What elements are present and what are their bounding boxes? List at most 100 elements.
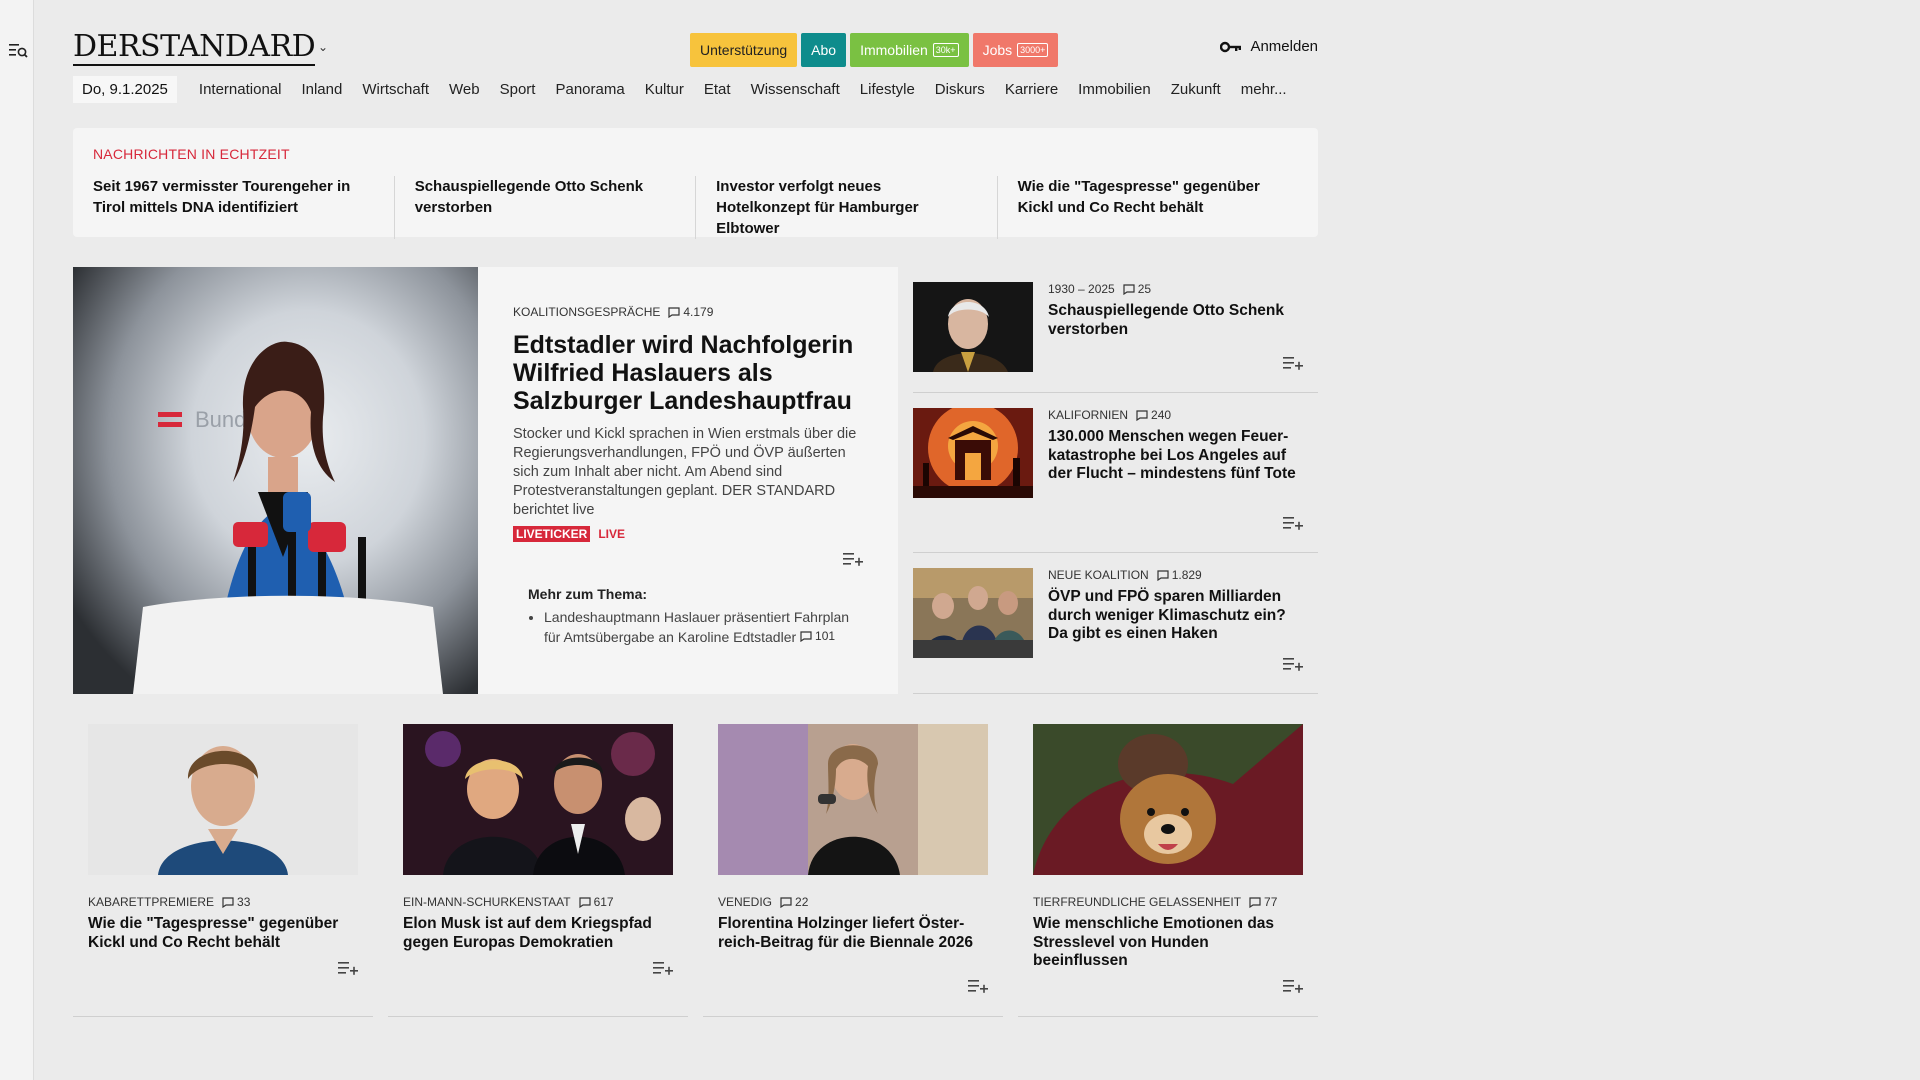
lead-teaser: Stocker und Kickl sprachen in Wien erstm… [513,426,857,518]
list-item: Kalifornien 240 130.000 Menschen wegen F… [913,393,1318,553]
list-item: Neue Koalition 1.829 ÖVP und FPÖ sparen … [913,553,1318,694]
comment-count[interactable]: 240 [1136,408,1171,422]
teaser-row: Kabarettpremiere 33 Wie die "Tagespresse… [73,724,1318,1017]
article-image[interactable] [88,724,358,875]
nav-item-wissenschaft[interactable]: Wissenschaft [741,76,850,103]
comment-count-value: 33 [237,895,251,909]
add-to-list-icon[interactable] [1283,979,1303,993]
article-image[interactable] [913,282,1033,372]
nav-item-panorama[interactable]: Panorama [545,76,634,103]
teaser-card: Tierfreundliche Gelassenheit 77 Wie mens… [1018,724,1318,1017]
comment-count[interactable]: 617 [578,895,614,909]
comment-count-value: 240 [1151,408,1172,422]
article-image[interactable] [913,568,1033,658]
add-to-list-icon[interactable] [653,961,673,975]
abo-button[interactable]: Abo [801,33,847,67]
lead-image[interactable]: Bundes [73,267,478,694]
abo-label: Abo [811,42,837,58]
lead-text: Koalitionsgespräche 4.179 Edtstadler wir… [478,267,898,694]
lead-photo: Bundes [133,341,443,694]
nav-item-zukunft[interactable]: Zukunft [1161,76,1231,103]
nav-item-lifestyle[interactable]: Lifestyle [850,76,925,103]
add-to-list-icon[interactable] [338,961,358,975]
article-headline[interactable]: Elon Musk ist auf dem Kriegspfad gegen E… [403,915,673,952]
comment-count-value: 101 [815,629,836,643]
ticker-list: Seit 1967 vermisster Tourengeher in Tiro… [93,176,1298,239]
comment-icon [1249,896,1261,908]
comment-count[interactable]: 1.829 [1157,568,1202,582]
article-kicker: Kabarettpremiere 33 [88,895,358,909]
article-headline[interactable]: Wie die "Tagespresse" gegenüber Kickl un… [88,915,358,952]
add-to-list-icon[interactable] [1283,356,1303,370]
news-ticker: Nachrichten in Echtzeit Seit 1967 vermis… [73,128,1318,239]
kicker-label: Ein-Mann-Schurkenstaat [403,895,571,909]
teaser-card: Venedig 22 Florentina Holzinger liefert … [703,724,1003,1017]
comment-icon [1157,569,1169,581]
lead-headline[interactable]: Edtstadler wird Nachfolgerin Wilfried Ha… [513,331,863,415]
add-to-list-icon[interactable] [968,979,988,993]
article-headline[interactable]: Wie menschliche Emotionen das Stressleve… [1033,915,1303,971]
ticker-item[interactable]: Seit 1967 vermisster Tourengeher in Tiro… [93,176,394,239]
comment-count[interactable]: 33 [222,895,250,909]
nav-item-karriere[interactable]: Karriere [995,76,1068,103]
article-image[interactable] [1033,724,1303,875]
nav-item-wirtschaft[interactable]: Wirtschaft [352,76,439,103]
nav-item-kultur[interactable]: Kultur [635,76,694,103]
live-indicator: LIVETICKER LIVE [513,526,863,542]
nav-item-web[interactable]: Web [439,76,490,103]
more-item[interactable]: Landeshauptmann Haslauer präsentiert Fah… [544,608,863,647]
add-to-list-icon[interactable] [1283,516,1303,530]
article-image[interactable] [403,724,673,875]
chevron-down-icon[interactable]: ⌄ [318,40,328,54]
comment-icon [1123,283,1135,295]
jobs-button[interactable]: Jobs 3000+ [972,33,1059,67]
article-headline[interactable]: 130.000 Menschen wegen Feuer-katastrophe… [1048,428,1308,484]
menu-search-icon[interactable] [8,42,28,60]
add-to-list-icon[interactable] [843,552,863,566]
article-headline[interactable]: Florentina Holzinger liefert Öster-reich… [718,915,988,952]
left-sidebar [0,0,34,1080]
lead-kicker-label: Koalitionsgespräche [513,305,661,319]
comment-icon [780,896,792,908]
comment-count-value: 25 [1137,282,1152,296]
side-text: Neue Koalition 1.829 ÖVP und FPÖ sparen … [1033,568,1318,679]
article-headline[interactable]: Schauspiellegende Otto Schenk verstorben [1048,302,1308,339]
article-kicker: Ein-Mann-Schurkenstaat 617 [403,895,673,909]
teaser-card: Kabarettpremiere 33 Wie die "Tagespresse… [73,724,373,1017]
header: DERSTANDARD ⌄ Unterstützung Abo Immobili… [73,0,1318,72]
article-image[interactable] [718,724,988,875]
comment-count[interactable]: 4.179 [668,305,713,319]
comment-icon [800,631,812,642]
article-kicker: 1930 – 2025 25 [1048,282,1308,296]
support-button[interactable]: Unterstützung [690,33,798,67]
liveticker-tag: LIVETICKER [513,526,591,542]
nav-item-sport[interactable]: Sport [490,76,546,103]
article-image[interactable] [913,408,1033,498]
comment-count[interactable]: 101 [800,627,835,646]
comment-icon [1136,409,1148,421]
comment-icon [578,896,591,908]
add-to-list-icon[interactable] [1283,657,1303,671]
jobs-label: Jobs [982,42,1013,58]
ticker-item[interactable]: Investor verfolgt neues Hotelkonzept für… [695,176,996,239]
nav-item-etat[interactable]: Etat [694,76,741,103]
nav-item-diskurs[interactable]: Diskurs [925,76,995,103]
comment-icon [668,306,680,318]
comment-count[interactable]: 77 [1249,895,1277,909]
nav-item-more[interactable]: mehr... [1231,76,1297,103]
more-title: Mehr zum Thema: [528,586,648,602]
immobilien-button[interactable]: Immobilien 30k+ [850,33,969,67]
current-date: Do, 9.1.2025 [73,76,177,103]
kicker-label: Tierfreundliche Gelassenheit [1033,895,1242,909]
nav-item-immobilien[interactable]: Immobilien [1068,76,1161,103]
ticker-item[interactable]: Schauspiellegende Otto Schenk verstorben [393,176,695,239]
logo[interactable]: DERSTANDARD [73,30,316,66]
login-button[interactable]: Anmelden [1220,38,1318,55]
comment-count[interactable]: 25 [1123,282,1151,296]
comment-icon [222,896,234,908]
nav-item-inland[interactable]: Inland [291,76,352,103]
nav-item-international[interactable]: International [189,76,292,103]
article-headline[interactable]: ÖVP und FPÖ sparen Milliarden durch weni… [1048,588,1308,644]
comment-count[interactable]: 22 [780,895,808,909]
ticker-item[interactable]: Wie die "Tagespresse" gegenüber Kickl un… [996,176,1298,239]
